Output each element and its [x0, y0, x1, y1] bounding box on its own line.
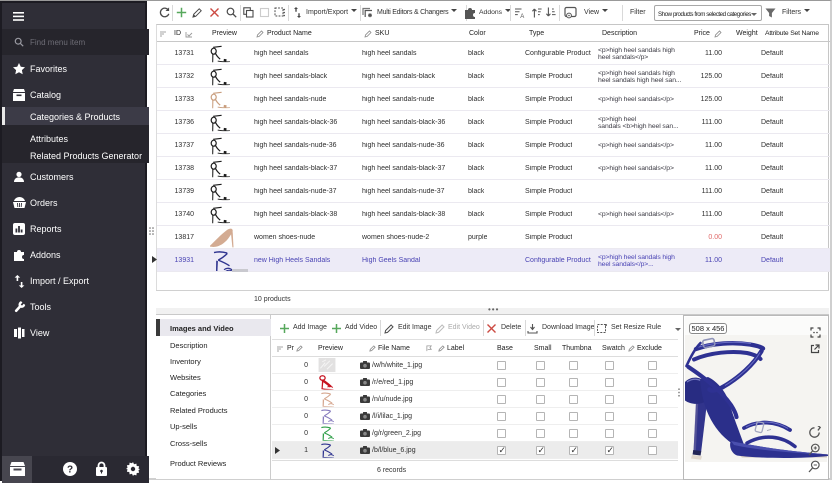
svg-text:A: A	[520, 14, 524, 18]
svg-text:?: ?	[67, 465, 73, 476]
